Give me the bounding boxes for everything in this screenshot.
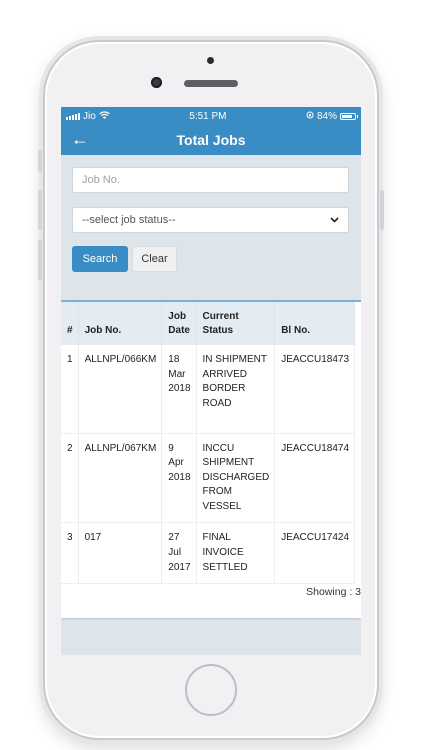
signal-icon — [66, 112, 80, 120]
status-time: 5:51 PM — [189, 110, 227, 122]
nav-bar: ← Total Jobs — [61, 125, 361, 155]
orientation-lock-icon — [306, 111, 314, 122]
row-job-date: 9 Apr 2018 — [161, 433, 197, 524]
volume-down-button — [38, 240, 42, 280]
wifi-icon — [98, 110, 110, 122]
table-row[interactable]: 3 017 27 Jul 2017 FINAL INVOICE SETTLED … — [61, 522, 356, 585]
showing-count: Showing : 3 — [306, 586, 361, 598]
header-current-status: Current Status — [196, 302, 276, 345]
status-bar: Jio 5:51 PM 84% — [61, 107, 361, 125]
table-header-row: # Job No. Job Date Current Status Bl No. — [61, 302, 356, 345]
row-status: IN SHIPMENT ARRIVED BORDER ROAD — [196, 345, 276, 434]
carrier-name: Jio — [83, 110, 96, 122]
volume-up-button — [38, 190, 42, 230]
header-job-date: Job Date — [161, 302, 197, 345]
row-status: INCCU SHIPMENT DISCHARGED FROM VESSEL — [196, 433, 276, 524]
power-button — [380, 190, 384, 230]
app-screen: Jio 5:51 PM 84% ← Total Jobs --select jo… — [61, 107, 361, 655]
volume-button — [38, 150, 42, 172]
row-job-no: ALLNPL/066KM — [78, 345, 163, 434]
proximity-sensor — [207, 57, 214, 64]
table-row[interactable]: 1 ALLNPL/066KM 18 Mar 2018 IN SHIPMENT A… — [61, 345, 356, 434]
row-status: FINAL INVOICE SETTLED — [196, 522, 276, 585]
row-job-no: ALLNPL/067KM — [78, 433, 163, 524]
job-status-select-value: --select job status-- — [82, 214, 176, 226]
jobs-table: # Job No. Job Date Current Status Bl No.… — [61, 302, 356, 585]
row-job-no: 017 — [78, 522, 163, 585]
jobs-table-card: # Job No. Job Date Current Status Bl No.… — [61, 300, 361, 618]
battery-icon — [340, 112, 358, 120]
job-no-input[interactable] — [72, 167, 349, 193]
row-job-date: 18 Mar 2018 — [161, 345, 197, 434]
battery-percent: 84% — [316, 110, 337, 122]
row-bl-no: JEACCU17424 — [274, 522, 356, 585]
row-num: 3 — [61, 522, 79, 585]
clear-button[interactable]: Clear — [132, 246, 177, 272]
front-camera — [151, 77, 162, 88]
table-row[interactable]: 2 ALLNPL/067KM 9 Apr 2018 INCCU SHIPMENT… — [61, 433, 356, 524]
earpiece-speaker — [184, 80, 238, 87]
row-job-date: 27 Jul 2017 — [161, 522, 197, 585]
filter-panel: --select job status-- Search Clear — [61, 155, 361, 284]
header-bl-no: Bl No. — [274, 302, 356, 345]
chevron-down-icon — [330, 215, 339, 226]
row-bl-no: JEACCU18473 — [274, 345, 356, 434]
row-num: 1 — [61, 345, 79, 434]
header-num: # — [61, 302, 79, 345]
search-button[interactable]: Search — [72, 246, 128, 272]
home-button[interactable] — [185, 664, 237, 716]
header-job-no: Job No. — [78, 302, 163, 345]
page-title: Total Jobs — [176, 132, 246, 148]
job-status-select[interactable]: --select job status-- — [72, 207, 349, 233]
back-arrow-icon[interactable]: ← — [71, 129, 89, 150]
row-bl-no: JEACCU18474 — [274, 433, 356, 524]
row-num: 2 — [61, 433, 79, 524]
